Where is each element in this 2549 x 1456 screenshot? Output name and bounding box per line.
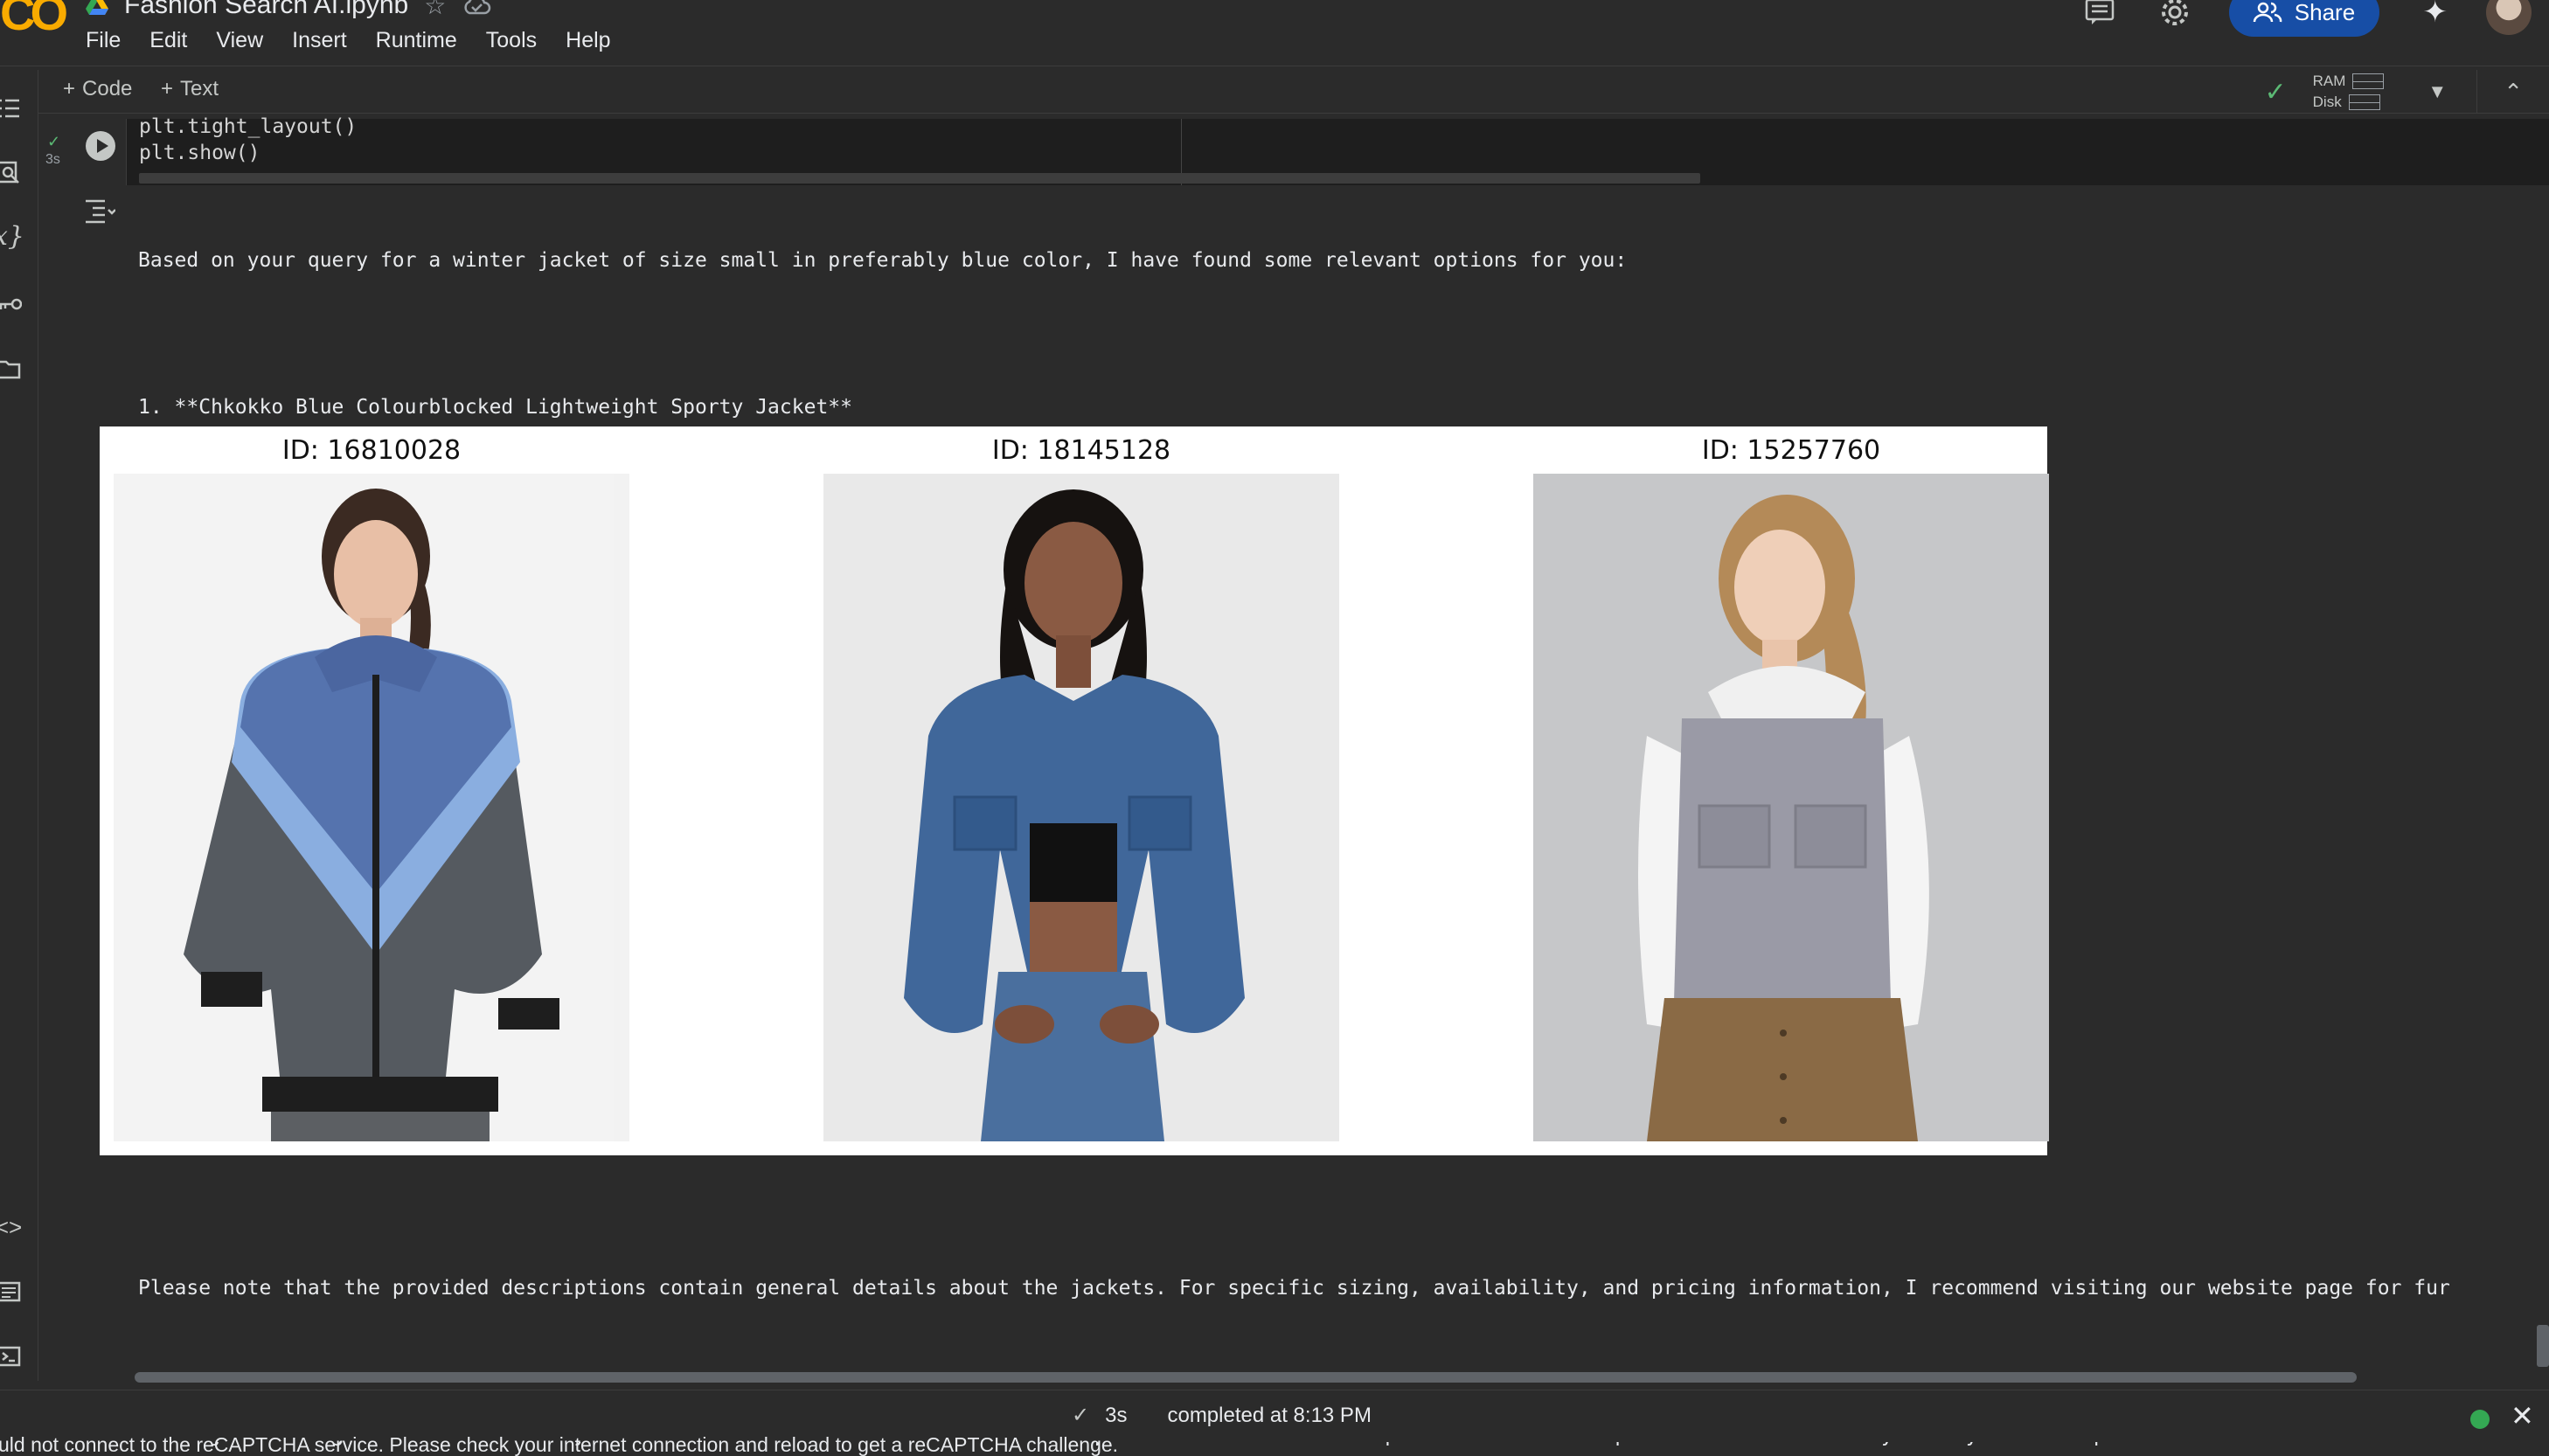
ram-bar	[2352, 73, 2385, 89]
share-label: Share	[2294, 0, 2356, 25]
product-photo	[1533, 474, 2049, 1141]
product-figure: ID: 16810028 ID: 18145128 ID: 15257760	[100, 426, 2049, 1155]
code-horizontal-scrollbar[interactable]	[139, 173, 1700, 184]
add-text-label: Text	[180, 77, 219, 101]
product-id-title: ID: 18145128	[991, 435, 1171, 466]
code-line-text: plt.show()	[139, 142, 260, 164]
output-note: Please note that the provided descriptio…	[138, 1277, 2450, 1300]
check-icon: ✓	[1072, 1404, 1090, 1427]
share-button[interactable]: Share	[2228, 0, 2379, 37]
product-panel: ID: 18145128	[823, 426, 1339, 1155]
drive-icon	[86, 0, 108, 15]
command-palette-icon[interactable]	[0, 1274, 26, 1309]
comment-icon[interactable]	[2080, 0, 2119, 31]
disk-label: Disk	[2312, 94, 2342, 110]
result-title: 1. **Chkokko Blue Colourblocked Lightwei…	[138, 396, 852, 419]
product-panel: ID: 16810028	[114, 426, 629, 1155]
add-text-button[interactable]: + Text	[161, 77, 219, 101]
notebook-title[interactable]: Fashion Search AI.ipynb	[124, 0, 408, 20]
notebook-toolbar: + Code + Text ✓ RAM Disk ▼ ⌃	[38, 70, 2549, 114]
product-photo	[114, 474, 629, 1141]
add-code-label: Code	[82, 77, 133, 101]
chevron-up-icon[interactable]: ⌃	[2504, 79, 2523, 106]
plus-icon: +	[161, 77, 174, 101]
menu-runtime[interactable]: Runtime	[376, 28, 470, 53]
cell-gutter: ✓ 3s	[38, 119, 126, 185]
run-cell-button[interactable]	[86, 131, 115, 161]
variables-icon[interactable]: x}	[0, 218, 26, 253]
runtime-connected-dot	[2470, 1410, 2490, 1429]
connected-check-icon[interactable]: ✓	[2265, 77, 2287, 107]
product-photo	[823, 474, 1339, 1141]
disk-bar	[2348, 94, 2380, 110]
ram-label: RAM	[2312, 73, 2346, 89]
menu-tools[interactable]: Tools	[486, 28, 550, 53]
execution-status[interactable]: ✓ 3s completed at 8:13 PM	[1072, 1403, 1372, 1428]
output-horizontal-scrollbar[interactable]	[135, 1372, 2357, 1383]
execution-time: 3s	[45, 152, 60, 167]
code-line-text: plt.tight_layout()	[139, 115, 358, 138]
folder-icon[interactable]	[0, 351, 26, 386]
toolbar-divider	[2476, 70, 2478, 114]
status-completed: completed at 8:13 PM	[1167, 1403, 1372, 1427]
output-options-icon[interactable]	[84, 198, 115, 224]
cloud-saved-icon[interactable]	[462, 0, 491, 16]
status-time: 3s	[1105, 1403, 1128, 1427]
menu-insert[interactable]: Insert	[292, 28, 360, 53]
add-code-button[interactable]: + Code	[63, 77, 132, 101]
people-icon	[2253, 2, 2282, 23]
menu-edit[interactable]: Edit	[149, 28, 200, 53]
menu-view[interactable]: View	[216, 28, 276, 53]
code-line: plt.tight_layout()	[139, 115, 357, 138]
find-icon[interactable]	[0, 156, 26, 191]
runtime-status: ✓ RAM Disk ▼ ⌃	[2265, 70, 2549, 114]
code-snippets-icon[interactable]: <>	[0, 1210, 26, 1245]
star-icon[interactable]: ☆	[424, 0, 446, 20]
menu-file[interactable]: File	[86, 28, 134, 53]
table-of-contents-icon[interactable]	[0, 91, 26, 126]
play-icon	[96, 139, 108, 153]
left-rail: x} <>	[0, 70, 38, 1381]
output-intro: Based on your query for a winter jacket …	[138, 249, 1628, 272]
notebook-vertical-scrollbar[interactable]	[2537, 1325, 2549, 1367]
colab-logo[interactable]: CO	[0, 0, 68, 41]
execution-check-icon: ✓	[47, 133, 61, 150]
code-cell[interactable]: ✓ 3s plt.tight_layout() plt.show()	[38, 115, 2549, 185]
colab-window: CO Fashion Search AI.ipynb ☆ File Edit V…	[0, 0, 2549, 1456]
close-icon[interactable]: ✕	[2511, 1399, 2534, 1432]
product-id-title: ID: 15257760	[1701, 435, 1881, 466]
resource-monitor[interactable]: RAM Disk	[2313, 71, 2385, 113]
code-line: plt.show()	[139, 142, 260, 164]
key-icon[interactable]	[0, 287, 26, 322]
product-panel: ID: 15257760	[1533, 426, 2049, 1155]
avatar[interactable]	[2486, 0, 2532, 35]
header-actions: Share ✦	[2044, 0, 2549, 37]
plus-icon: +	[63, 77, 76, 101]
gear-icon[interactable]	[2156, 0, 2194, 31]
title-row: Fashion Search AI.ipynb ☆	[86, 0, 491, 23]
recaptcha-error-text: uld not connect to the reCAPTCHA service…	[0, 1433, 1119, 1456]
terminal-icon[interactable]	[0, 1339, 26, 1374]
code-editor[interactable]: plt.tight_layout() plt.show()	[126, 115, 2549, 185]
gemini-sparkle-icon[interactable]: ✦	[2423, 0, 2448, 30]
product-id-title: ID: 16810028	[281, 435, 462, 466]
header: CO Fashion Search AI.ipynb ☆ File Edit V…	[0, 0, 2549, 66]
menu-help[interactable]: Help	[566, 28, 623, 53]
chevron-down-icon[interactable]: ▼	[2427, 80, 2447, 103]
menu-bar: File Edit View Insert Runtime Tools Help	[86, 28, 640, 53]
